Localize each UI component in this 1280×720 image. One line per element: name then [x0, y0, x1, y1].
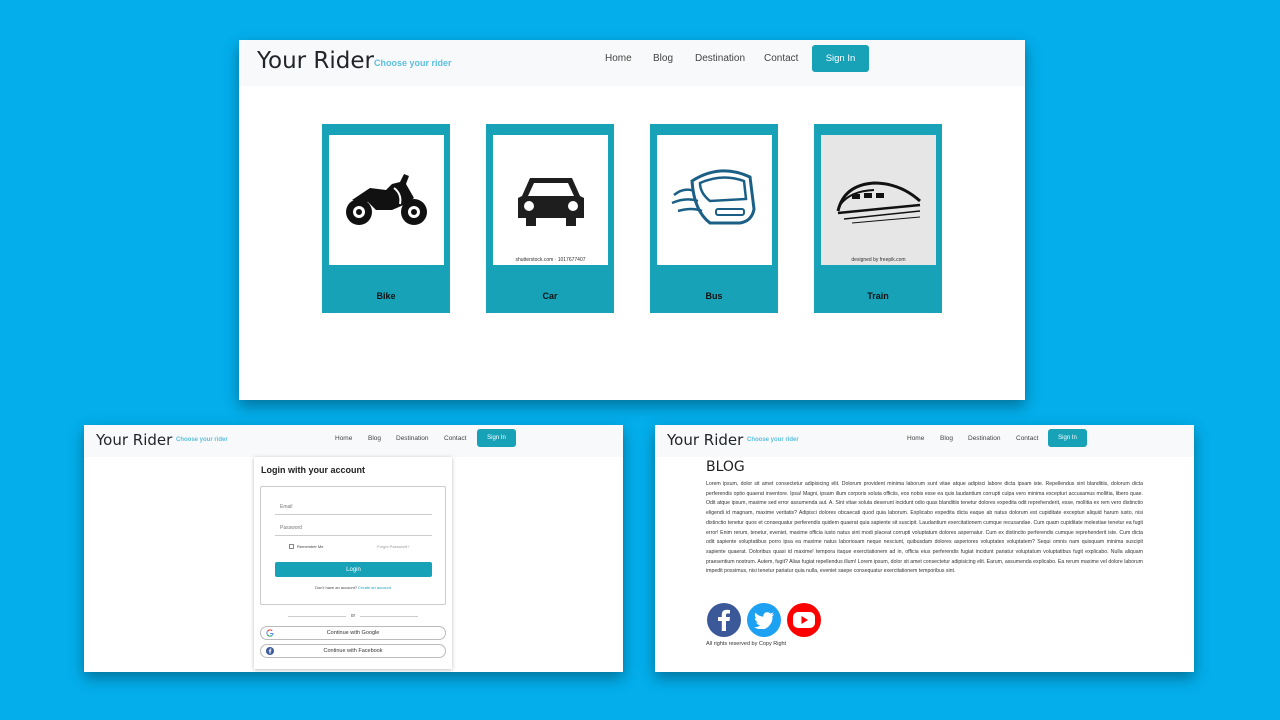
- brand-tagline: Choose your rider: [374, 58, 452, 68]
- divider-line: [288, 615, 346, 617]
- nav-blog[interactable]: Blog: [940, 435, 953, 442]
- facebook-icon[interactable]: [707, 603, 741, 637]
- or-label: or: [350, 613, 356, 619]
- divider-line: [360, 615, 419, 617]
- nav-blog[interactable]: Blog: [653, 53, 673, 64]
- car-icon: shutterstock.com · 1017677407: [493, 135, 608, 265]
- remember-me-checkbox[interactable]: Remember Me: [289, 544, 323, 549]
- sign-in-button[interactable]: Sign In: [477, 429, 516, 447]
- navbar: Your Rider Choose your rider Home Blog D…: [84, 425, 623, 457]
- vehicle-label: Train: [867, 291, 889, 301]
- facebook-icon: [266, 647, 274, 655]
- nav-home[interactable]: Home: [335, 435, 352, 442]
- nav-blog[interactable]: Blog: [368, 435, 381, 442]
- brand-name[interactable]: Your Rider: [667, 431, 743, 449]
- vehicle-label: Car: [542, 291, 558, 301]
- nav-destination[interactable]: Destination: [396, 435, 429, 442]
- nav-destination[interactable]: Destination: [968, 435, 1001, 442]
- bus-icon: [657, 135, 772, 265]
- sign-in-button[interactable]: Sign In: [812, 45, 869, 72]
- vehicle-card-bus[interactable]: Bus: [650, 124, 778, 313]
- nav-contact[interactable]: Contact: [444, 435, 466, 442]
- nav-home[interactable]: Home: [605, 53, 632, 64]
- brand-name[interactable]: Your Rider: [257, 48, 374, 74]
- vehicle-label: Bus: [705, 291, 723, 301]
- continue-with-facebook-button[interactable]: Continue with Facebook: [260, 644, 446, 658]
- nav-destination[interactable]: Destination: [695, 53, 745, 64]
- nav-home[interactable]: Home: [907, 435, 924, 442]
- image-credit: shutterstock.com · 1017677407: [515, 257, 586, 263]
- google-button-label: Continue with Google: [326, 630, 380, 636]
- vehicle-label: Bike: [376, 291, 396, 301]
- blog-window: Your Rider Choose your rider Home Blog D…: [655, 425, 1194, 672]
- password-field[interactable]: Password: [275, 522, 432, 536]
- or-divider: or: [288, 612, 419, 620]
- motorbike-icon: [329, 135, 444, 265]
- youtube-icon[interactable]: [787, 603, 821, 637]
- sign-in-button[interactable]: Sign In: [1048, 429, 1087, 447]
- google-icon: [266, 629, 274, 637]
- brand-tagline: Choose your rider: [176, 437, 228, 443]
- vehicle-card-bike[interactable]: Bike: [322, 124, 450, 313]
- forgot-password-link[interactable]: Forgot Password?: [377, 544, 409, 549]
- signup-prompt-text: Don't have an account?: [315, 585, 358, 590]
- navbar: Your Rider Choose your rider Home Blog D…: [655, 425, 1194, 457]
- footer-copyright: All rights reserved by Copy Right: [706, 641, 787, 647]
- create-account-link[interactable]: Create an account: [358, 585, 391, 590]
- navbar: Your Rider Choose your rider Home Blog D…: [239, 40, 1025, 86]
- twitter-icon[interactable]: [747, 603, 781, 637]
- brand-name[interactable]: Your Rider: [96, 431, 172, 449]
- vehicle-card-train[interactable]: designed by freepik.com Train: [814, 124, 942, 313]
- login-button[interactable]: Login: [275, 562, 432, 577]
- login-form: Email Password Remember Me Forgot Passwo…: [260, 486, 446, 605]
- blog-title: BLOG: [706, 459, 745, 475]
- nav-contact[interactable]: Contact: [1016, 435, 1038, 442]
- signup-prompt: Don't have an account? Create an account: [261, 585, 445, 590]
- home-window: Your Rider Choose your rider Home Blog D…: [239, 40, 1025, 400]
- nav-contact[interactable]: Contact: [764, 53, 798, 64]
- continue-with-google-button[interactable]: Continue with Google: [260, 626, 446, 640]
- image-credit: designed by freepik.com: [851, 257, 906, 263]
- email-field[interactable]: Email: [275, 501, 432, 515]
- login-title: Login with your account: [261, 465, 365, 475]
- brand-tagline: Choose your rider: [747, 437, 799, 443]
- remember-me-label: Remember Me: [297, 544, 324, 549]
- login-window: Your Rider Choose your rider Home Blog D…: [84, 425, 623, 672]
- vehicle-card-car[interactable]: shutterstock.com · 1017677407 Car: [486, 124, 614, 313]
- facebook-button-label: Continue with Facebook: [323, 648, 383, 654]
- train-icon: designed by freepik.com: [821, 135, 936, 265]
- blog-body: Lorem ipsum, dolor sit amet consectetur …: [706, 481, 1143, 575]
- login-card: Login with your account Email Password R…: [254, 457, 452, 669]
- checkbox-box[interactable]: [289, 544, 294, 549]
